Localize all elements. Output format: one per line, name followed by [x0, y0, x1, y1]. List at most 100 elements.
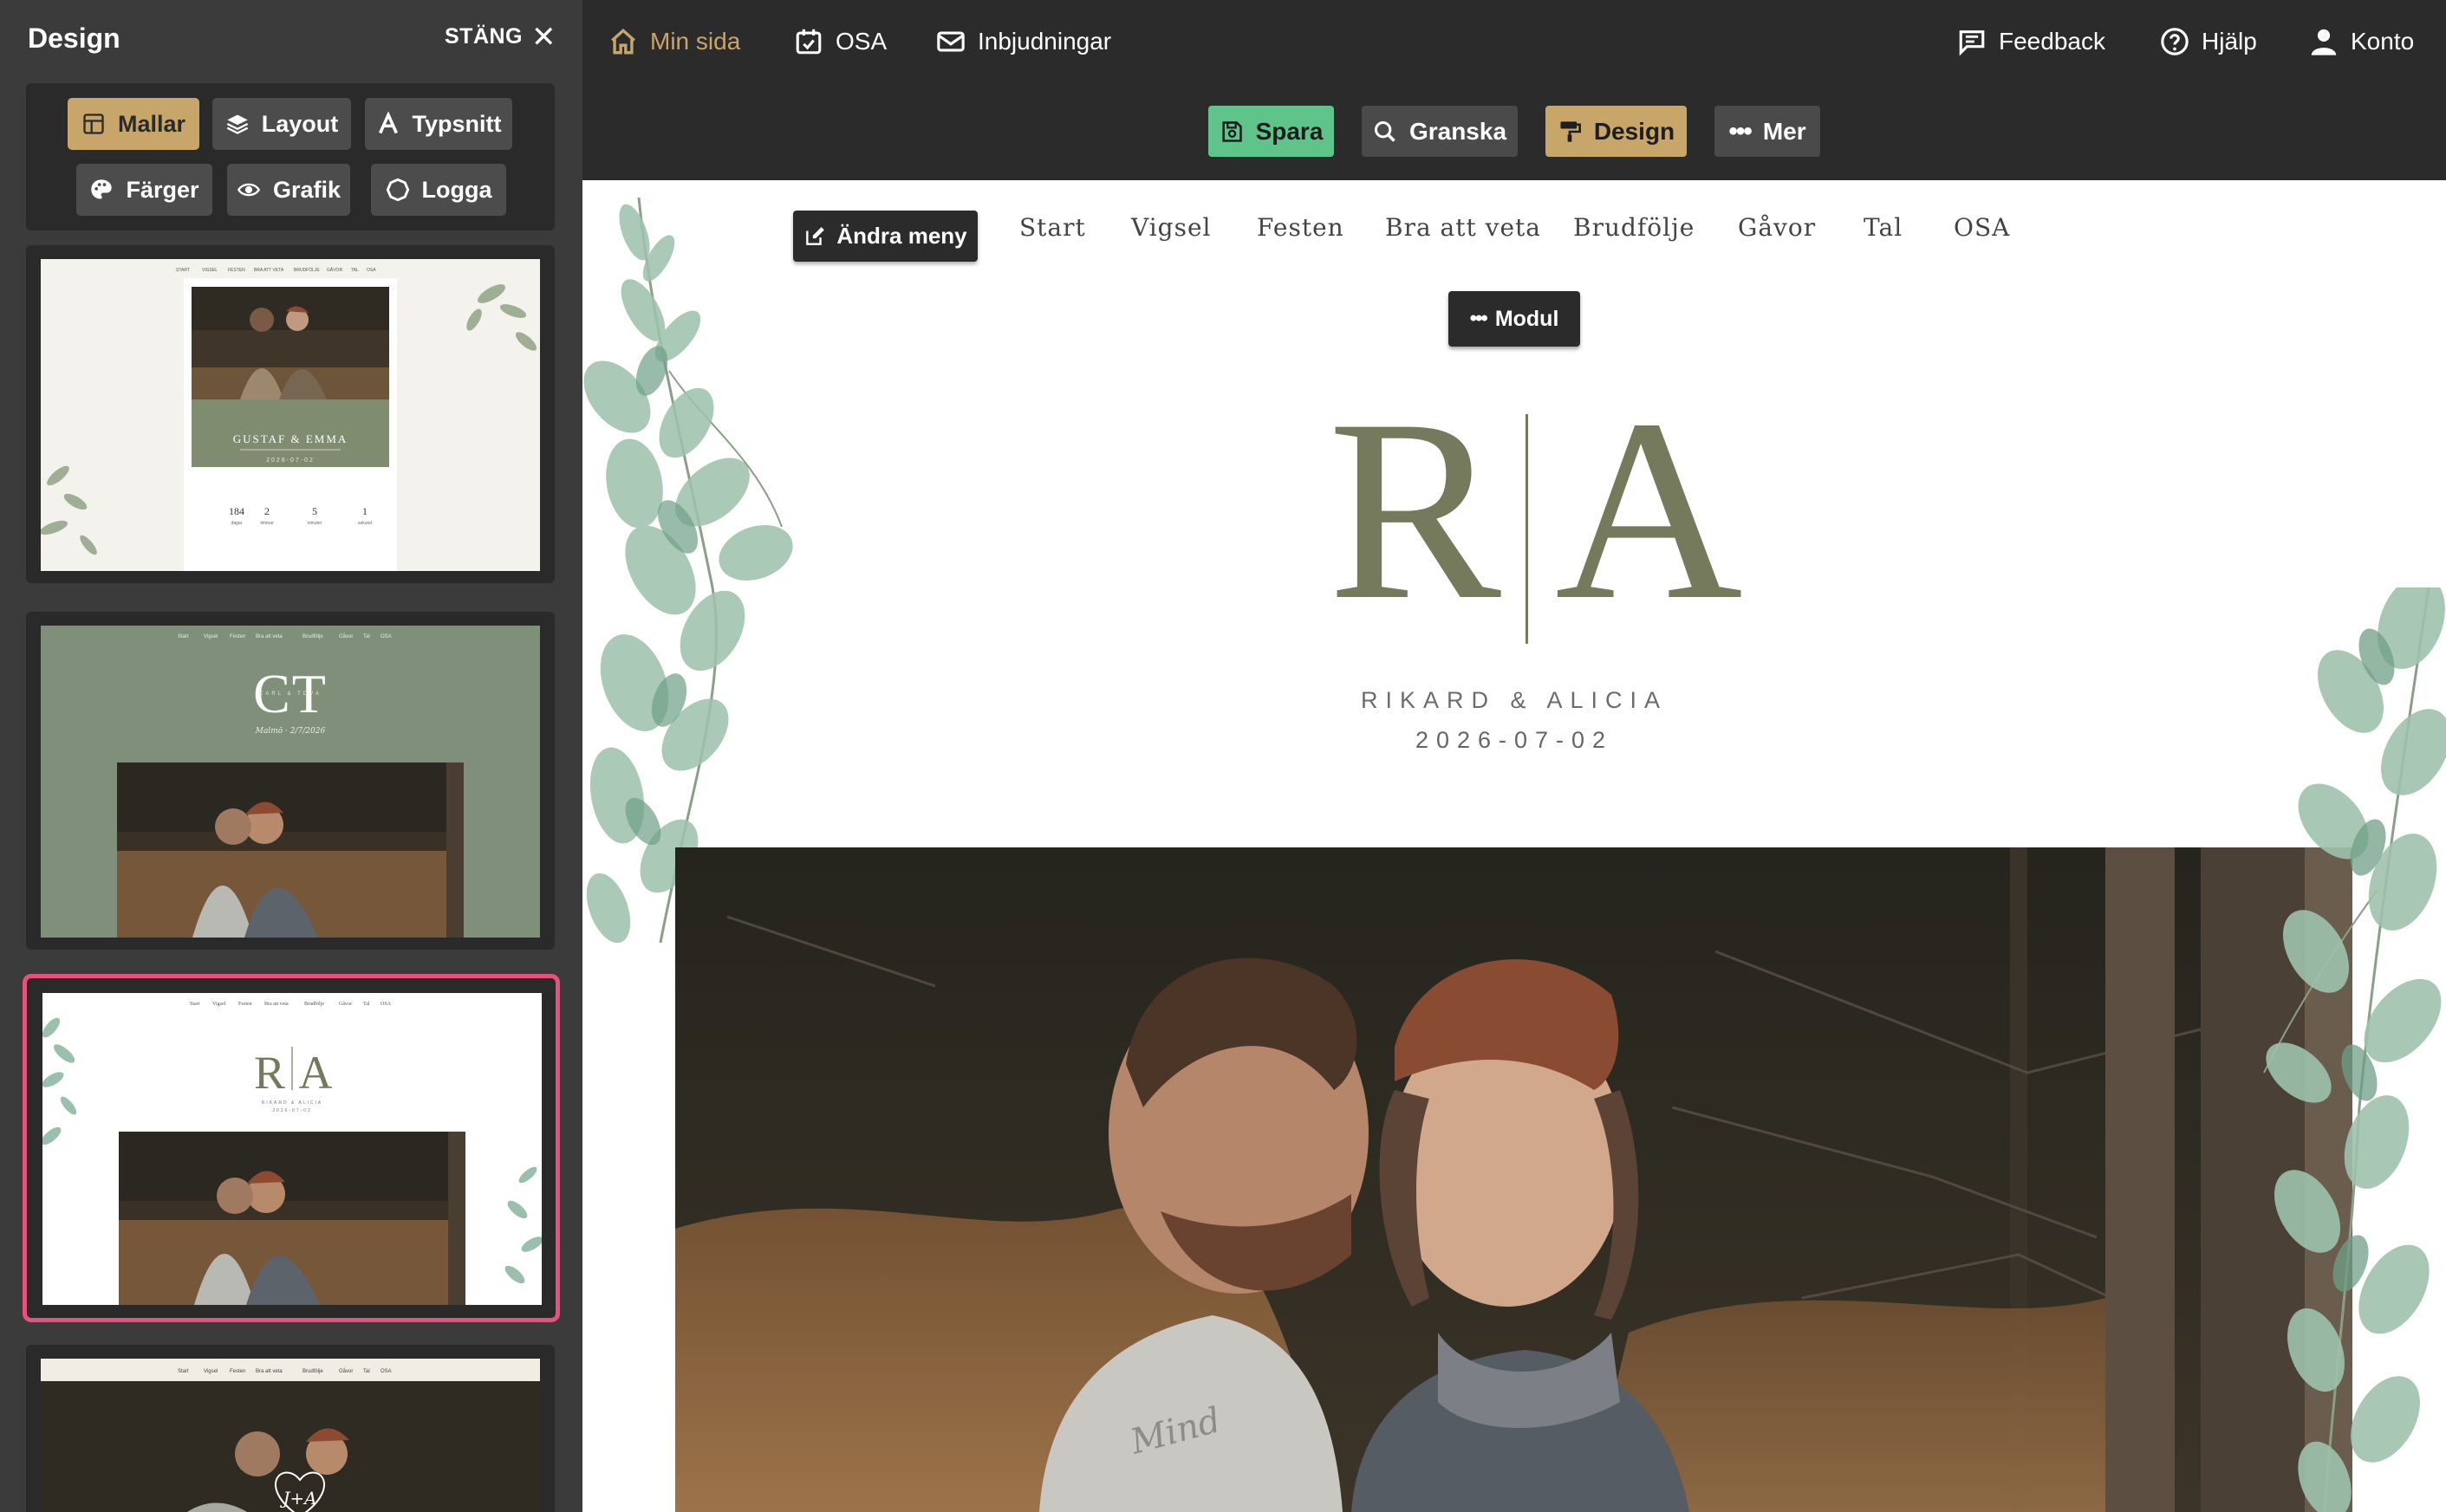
template-menu-item: Vigsel: [212, 1002, 226, 1007]
search-icon: [1374, 120, 1395, 142]
site-menu-vigsel[interactable]: Vigsel: [1131, 213, 1212, 256]
tool-layout-button[interactable]: Layout: [212, 98, 351, 150]
editor-toolbar: Spara Granska Design ••• Mer: [582, 82, 2446, 180]
tool-grafik-button[interactable]: Grafik: [227, 164, 350, 216]
tool-typsnitt-button[interactable]: Typsnitt: [365, 98, 512, 150]
design-label: Design: [1593, 117, 1675, 145]
nav-label: Konto: [2351, 27, 2415, 55]
template-preview: Start Vigsel Festen Bra att veta Brudföl…: [41, 626, 540, 938]
site-menu-gavor[interactable]: Gåvor: [1738, 213, 1816, 256]
template-preview-art: Start Vigsel Festen Bra att veta Brudföl…: [41, 626, 540, 938]
nav-inbjudningar[interactable]: Inbjudningar: [936, 0, 1111, 82]
site-menu-tal[interactable]: Tal: [1864, 213, 1903, 256]
more-button[interactable]: ••• Mer: [1714, 106, 1820, 157]
tool-label: Grafik: [272, 176, 342, 203]
counter-value: 184: [229, 505, 244, 517]
user-icon: [2311, 29, 2337, 55]
site-menu-osa[interactable]: OSA: [1954, 213, 2010, 256]
template-script: Malmö · 2/7/2026: [255, 727, 326, 736]
template-heart-text: J+A: [279, 1488, 316, 1509]
site-menu-festen[interactable]: Festen: [1257, 213, 1344, 256]
top-navigation: Min sida OSA Inbjudningar Feedback Hjälp…: [582, 0, 2446, 82]
tool-logga-button[interactable]: Logga: [371, 164, 506, 216]
nav-label: Hjälp: [2202, 27, 2257, 55]
template-menu-item: START: [176, 268, 190, 273]
template-date: 2026-07-02: [266, 457, 315, 464]
couple-hero-photo: Mind: [675, 847, 2352, 1512]
graphics-icon: [237, 183, 260, 197]
site-menu-start[interactable]: Start: [1019, 213, 1086, 256]
template-menu-item: Vigsel: [204, 1369, 218, 1374]
template-preview: Start Vigsel Festen Bra att veta Brudföl…: [42, 993, 542, 1305]
counter-label: dagar: [231, 521, 243, 526]
nav-hjalp[interactable]: Hjälp: [2160, 0, 2257, 82]
template-menu-item: BRA ATT VETA: [254, 268, 284, 273]
nav-min-sida[interactable]: Min sida: [608, 0, 740, 82]
template-subtitle: CARL & TOVA: [259, 691, 322, 697]
template-menu-item: Brudfölje: [302, 634, 323, 639]
tool-label: Layout: [261, 110, 339, 137]
home-icon: [611, 28, 635, 54]
template-icon: [83, 114, 104, 134]
template-date: 2026-07-02: [272, 1108, 312, 1113]
calendar-check-icon: [796, 29, 822, 54]
template-menu-item: TAL: [351, 268, 359, 273]
close-label: STÄNG: [445, 24, 523, 49]
site-menu-brudfolje[interactable]: Brudfölje: [1573, 213, 1695, 256]
site-menu-bra-att-veta[interactable]: Bra att veta: [1385, 213, 1541, 256]
monogram-initial-left: R: [1328, 366, 1502, 653]
nav-label: Min sida: [650, 27, 741, 55]
more-dots-icon: •••: [1728, 116, 1752, 146]
save-button[interactable]: Spara: [1208, 106, 1334, 157]
counter-value: 5: [312, 505, 317, 517]
template-menu-item: Brudfölje: [304, 1001, 324, 1007]
nav-feedback[interactable]: Feedback: [1957, 0, 2105, 82]
template-initial-left: R: [254, 1047, 285, 1099]
template-menu-item: Bra att veta: [264, 1002, 289, 1007]
review-label: Granska: [1408, 117, 1507, 145]
template-menu-item: Vigsel: [204, 634, 218, 639]
module-button[interactable]: ••• Modul: [1448, 291, 1580, 347]
template-preview: GUSTAF & EMMA 2026-07-02 184 2 5 1 dagar…: [41, 259, 540, 571]
template-names: RIKARD & ALICIA: [262, 1100, 323, 1106]
design-button[interactable]: Design: [1545, 106, 1687, 157]
template-menu-item: Bra att veta: [256, 634, 283, 639]
edit-menu-button[interactable]: Ändra meny: [793, 211, 978, 262]
paint-roller-icon: [1560, 120, 1581, 142]
template-card-ra-selected[interactable]: Start Vigsel Festen Bra att veta Brudföl…: [23, 974, 560, 1322]
template-card-ct[interactable]: Start Vigsel Festen Bra att veta Brudföl…: [26, 612, 555, 950]
template-menu-item: Gåvor: [339, 1001, 352, 1007]
nav-osa[interactable]: OSA: [794, 0, 887, 82]
template-menu-item: Festen: [238, 1002, 252, 1007]
tool-label: Typsnitt: [412, 110, 502, 137]
template-menu-item: Tal: [363, 1002, 370, 1007]
close-icon: ✕: [531, 20, 556, 54]
nav-label: OSA: [836, 27, 888, 55]
save-label: Spara: [1255, 117, 1324, 145]
template-preview-art: Start Vigsel Festen Bra att veta Brudföl…: [41, 1359, 540, 1512]
counter-value: 2: [264, 505, 270, 517]
template-title: GUSTAF & EMMA: [233, 432, 348, 445]
tool-label: Färger: [126, 176, 199, 203]
template-menu-item: GÅVOR: [327, 267, 342, 273]
template-menu-item: Festen: [230, 1369, 245, 1374]
template-card-ja[interactable]: Start Vigsel Festen Bra att veta Brudföl…: [26, 1345, 555, 1512]
nav-label: Inbjudningar: [978, 27, 1112, 55]
module-label: Modul: [1494, 306, 1559, 331]
template-menu-item: Festen: [230, 634, 245, 639]
template-preview-art: GUSTAF & EMMA 2026-07-02 184 2 5 1 dagar…: [41, 259, 540, 571]
template-menu-item: Gåvor: [339, 1368, 353, 1374]
more-label: Mer: [1762, 117, 1806, 145]
template-menu-item: OSA: [367, 268, 376, 273]
review-button[interactable]: Granska: [1362, 106, 1518, 157]
template-menu-item: OSA: [381, 1369, 392, 1374]
template-initial-right: A: [299, 1047, 333, 1099]
design-tools: Mallar Layout Typsnitt Färger Grafik Log…: [26, 83, 555, 230]
nav-konto[interactable]: Konto: [2309, 0, 2414, 82]
template-card-gustaf-emma[interactable]: GUSTAF & EMMA 2026-07-02 184 2 5 1 dagar…: [26, 245, 555, 583]
tool-mallar-button[interactable]: Mallar: [68, 98, 199, 150]
counter-value: 1: [362, 505, 368, 517]
close-sidebar-button[interactable]: STÄNG ✕: [445, 20, 556, 54]
wedding-date: 2026-07-02: [1415, 727, 1614, 753]
tool-farger-button[interactable]: Färger: [76, 164, 212, 216]
